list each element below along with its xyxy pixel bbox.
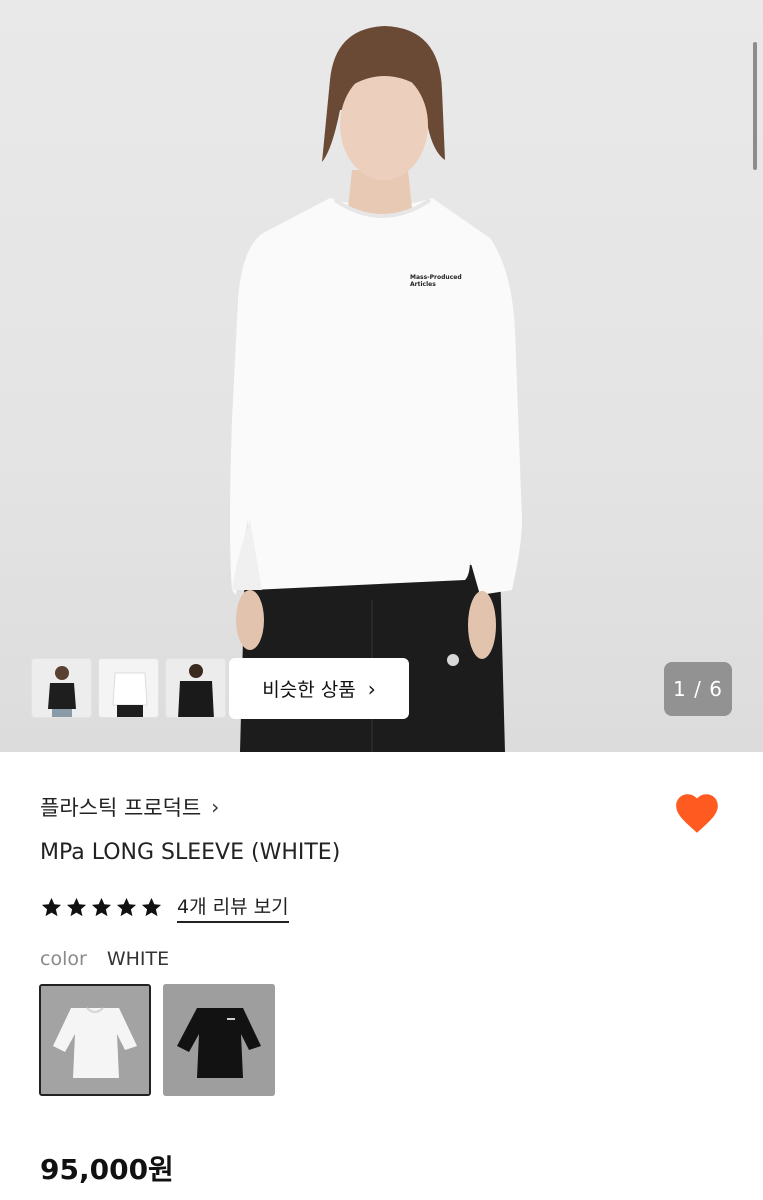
thumbnail-2[interactable] (98, 658, 159, 718)
scrollbar[interactable] (753, 42, 757, 170)
heart-icon[interactable] (672, 788, 722, 838)
brand-name: 플라스틱 프로덕트 (40, 796, 202, 820)
star-icon (91, 897, 112, 917)
similar-products-button[interactable]: 비슷한 상품 › (229, 658, 409, 719)
color-label: color (40, 948, 87, 970)
thumbnail-3[interactable] (165, 658, 226, 718)
product-price: 95,000원 (40, 1153, 174, 1186)
rating-row: 4개 리뷰 보기 (40, 892, 289, 923)
thumbnail-1[interactable] (31, 658, 92, 718)
color-value: WHITE (106, 948, 170, 970)
thumbnail-strip (31, 658, 226, 718)
review-link[interactable]: 4개 리뷰 보기 (177, 892, 289, 923)
rating-stars (40, 896, 163, 919)
color-swatches (39, 984, 275, 1096)
chest-print-line-2: Articles (410, 281, 436, 288)
swatch-black[interactable] (163, 984, 275, 1096)
product-title: MPa LONG SLEEVE (WHITE) (40, 840, 341, 865)
image-counter: 1 / 6 (664, 662, 732, 716)
star-icon (116, 897, 137, 917)
star-icon (66, 897, 87, 917)
product-photo: Mass-Produced Articles (230, 26, 522, 752)
similar-products-label: 비슷한 상품 (262, 679, 356, 701)
brand-link[interactable]: 플라스틱 프로덕트 › (40, 792, 219, 822)
chest-print-line-1: Mass-Produced (410, 274, 462, 281)
chevron-right-icon: › (211, 795, 220, 819)
star-icon (141, 897, 162, 917)
swatch-white[interactable] (39, 984, 151, 1096)
color-row: color WHITE (40, 948, 169, 970)
star-icon (41, 897, 62, 917)
product-image-gallery[interactable]: Mass-Produced Articles 비슷한 상품 › 1 / 6 (0, 0, 763, 752)
chevron-right-icon: › (367, 676, 376, 701)
